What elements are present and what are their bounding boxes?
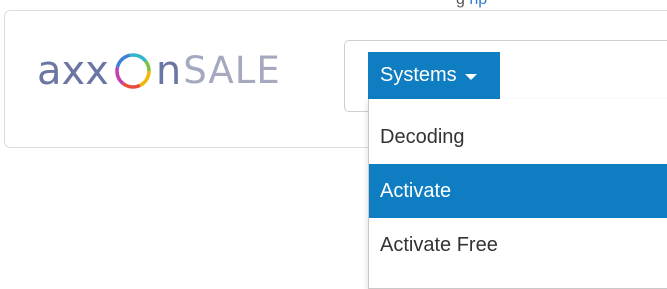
- menu-item-decoding[interactable]: Decoding: [369, 110, 667, 164]
- menu-item-activate-free[interactable]: Activate Free: [369, 218, 667, 272]
- caret-down-icon: [464, 73, 477, 80]
- logo-text-n: n: [155, 48, 182, 94]
- top-cutoff-text: g np: [456, 0, 487, 9]
- top-cutoff-link[interactable]: np: [469, 0, 487, 8]
- systems-button-label: Systems: [380, 64, 457, 86]
- systems-dropdown-button[interactable]: Systems: [368, 52, 500, 99]
- top-cutoff-static: g: [456, 0, 465, 8]
- menu-item-activate[interactable]: Activate: [369, 164, 667, 218]
- systems-dropdown-menu: Decoding Activate Activate Free: [368, 99, 667, 289]
- logo-ring-icon: [115, 53, 151, 89]
- logo-text-axx: axx: [37, 48, 109, 94]
- axxon-sale-logo: axx n SALE: [37, 48, 281, 94]
- logo-text-sale: SALE: [183, 49, 281, 92]
